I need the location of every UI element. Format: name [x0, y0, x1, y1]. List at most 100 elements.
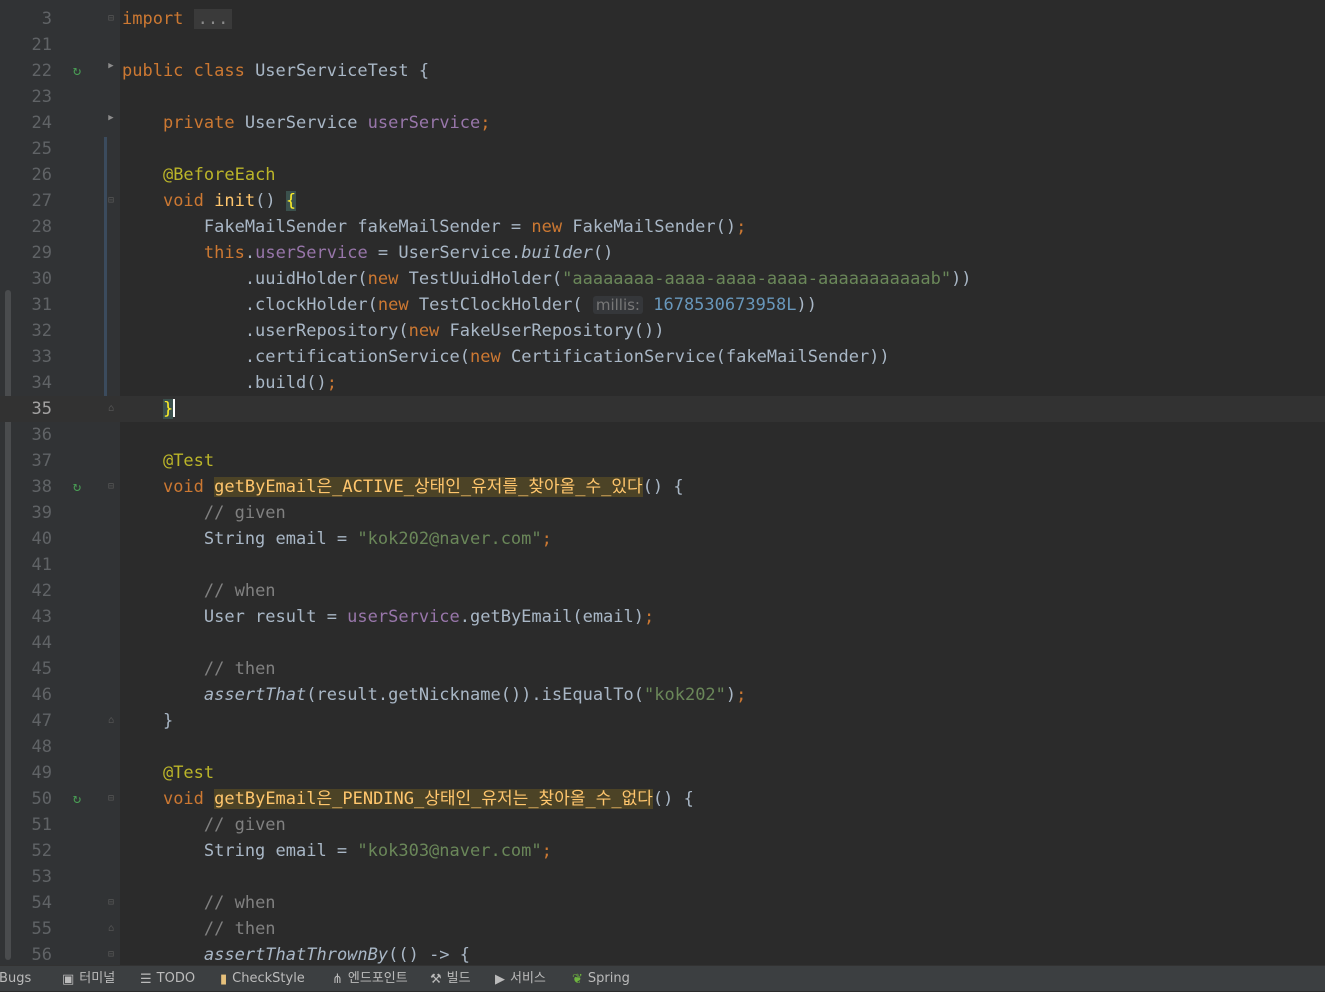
code-line[interactable]: 52 String email = "kok303@naver.com";	[0, 838, 1325, 864]
line-number[interactable]: 23	[16, 84, 52, 110]
folded-imports[interactable]: ...	[193, 9, 233, 29]
code-line[interactable]: 54 ⊟ // when	[0, 890, 1325, 916]
line-number[interactable]: 43	[16, 604, 52, 630]
line-number[interactable]: 30	[16, 266, 52, 292]
code-line[interactable]: 32 .userRepository(new FakeUserRepositor…	[0, 318, 1325, 344]
expand-arrow-icon[interactable]: ▶	[104, 105, 118, 131]
line-number[interactable]: 21	[16, 32, 52, 58]
code-text[interactable]: assertThatThrownBy(() -> {	[122, 942, 470, 965]
line-number[interactable]: 27	[16, 188, 52, 214]
code-text[interactable]: // when	[122, 890, 276, 916]
code-line[interactable]: 23	[0, 84, 1325, 110]
line-number[interactable]: 3	[16, 6, 52, 32]
line-number[interactable]: 35	[16, 396, 52, 422]
code-line[interactable]: 48	[0, 734, 1325, 760]
line-number[interactable]: 56	[16, 942, 52, 965]
line-number[interactable]: 45	[16, 656, 52, 682]
code-line[interactable]: 27 ⊟ void init() {	[0, 188, 1325, 214]
code-line[interactable]: 3 ⊟ import ...	[0, 6, 1325, 32]
code-text[interactable]: @Test	[122, 448, 214, 474]
code-line[interactable]: 26 @BeforeEach	[0, 162, 1325, 188]
code-line[interactable]: 51 // given	[0, 812, 1325, 838]
fold-marker-icon[interactable]: ⊟	[104, 890, 118, 916]
code-line[interactable]: 38 ↻ ⊟ void getByEmail은_ACTIVE_상태인_유저를_찾아올…	[0, 474, 1325, 500]
fold-marker-icon[interactable]: ⊟	[104, 786, 118, 812]
code-text[interactable]: this.userService = UserService.builder()	[122, 240, 613, 266]
fold-marker-icon[interactable]: ⊟	[104, 474, 118, 500]
code-text[interactable]: // given	[122, 812, 286, 838]
code-text[interactable]: @Test	[122, 760, 214, 786]
code-line[interactable]: 43 User result = userService.getByEmail(…	[0, 604, 1325, 630]
code-line[interactable]: 50 ↻ ⊟ void getByEmail은_PENDING_상태인_유저는_찾아…	[0, 786, 1325, 812]
line-number[interactable]: 51	[16, 812, 52, 838]
code-text[interactable]: // given	[122, 500, 286, 526]
line-number[interactable]: 50	[16, 786, 52, 812]
code-text[interactable]: // then	[122, 916, 276, 942]
code-text[interactable]: String email = "kok303@naver.com";	[122, 838, 552, 864]
code-line[interactable]: 41	[0, 552, 1325, 578]
line-number[interactable]: 22	[16, 58, 52, 84]
line-number[interactable]: 37	[16, 448, 52, 474]
line-number[interactable]: 54	[16, 890, 52, 916]
line-number[interactable]: 26	[16, 162, 52, 188]
code-line[interactable]: 40 String email = "kok202@naver.com";	[0, 526, 1325, 552]
line-number[interactable]: 31	[16, 292, 52, 318]
code-text[interactable]: String email = "kok202@naver.com";	[122, 526, 552, 552]
code-text[interactable]: assertThat(result.getNickname()).isEqual…	[122, 682, 747, 708]
line-number[interactable]: 55	[16, 916, 52, 942]
fold-marker-icon[interactable]: ⌂	[104, 916, 118, 942]
code-text[interactable]: private UserService userService;	[122, 110, 491, 136]
code-text[interactable]: .build();	[122, 370, 337, 396]
fold-marker-icon[interactable]: ⌂	[104, 396, 118, 422]
code-line[interactable]: 53	[0, 864, 1325, 890]
code-line[interactable]: 45 // then	[0, 656, 1325, 682]
line-number[interactable]: 52	[16, 838, 52, 864]
code-line[interactable]: 39 // given	[0, 500, 1325, 526]
code-text[interactable]: FakeMailSender fakeMailSender = new Fake…	[122, 214, 747, 240]
line-number[interactable]: 40	[16, 526, 52, 552]
fold-marker-icon[interactable]: ⊟	[104, 188, 118, 214]
line-number[interactable]: 41	[16, 552, 52, 578]
line-number[interactable]: 36	[16, 422, 52, 448]
code-text[interactable]: @BeforeEach	[122, 162, 276, 188]
run-test-icon[interactable]: ↻	[68, 58, 86, 84]
code-line[interactable]: 24 ▶ private UserService userService;	[0, 110, 1325, 136]
tool-window-checkstyle[interactable]: ▮ CheckStyle	[220, 966, 305, 991]
code-line[interactable]: 30 .uuidHolder(new TestUuidHolder("aaaaa…	[0, 266, 1325, 292]
code-text[interactable]: }	[122, 708, 173, 734]
line-number[interactable]: 47	[16, 708, 52, 734]
line-number[interactable]: 44	[16, 630, 52, 656]
code-text[interactable]: public class UserServiceTest {	[122, 58, 429, 84]
code-line[interactable]: 28 FakeMailSender fakeMailSender = new F…	[0, 214, 1325, 240]
tool-window-terminal[interactable]: ▣ 터미널	[62, 966, 115, 991]
code-line[interactable]: 37 @Test	[0, 448, 1325, 474]
code-line[interactable]: 21	[0, 32, 1325, 58]
code-line[interactable]: 31 .clockHolder(new TestClockHolder( mil…	[0, 292, 1325, 318]
line-number[interactable]: 48	[16, 734, 52, 760]
tool-window-list[interactable]: ☰ TODO	[140, 966, 195, 991]
code-line[interactable]: 25	[0, 136, 1325, 162]
fold-marker-icon[interactable]: ⊟	[104, 6, 118, 32]
line-number[interactable]: 32	[16, 318, 52, 344]
line-number[interactable]: 25	[16, 136, 52, 162]
code-line[interactable]: 49 @Test	[0, 760, 1325, 786]
line-number[interactable]: 42	[16, 578, 52, 604]
line-number[interactable]: 24	[16, 110, 52, 136]
code-line[interactable]: 56 ⊟ assertThatThrownBy(() -> {	[0, 942, 1325, 965]
line-number[interactable]: 46	[16, 682, 52, 708]
code-line[interactable]: 34 .build();	[0, 370, 1325, 396]
line-number[interactable]: 39	[16, 500, 52, 526]
line-number[interactable]: 28	[16, 214, 52, 240]
code-text[interactable]: User result = userService.getByEmail(ema…	[122, 604, 654, 630]
fold-marker-icon[interactable]: ⊟	[104, 942, 118, 965]
line-number[interactable]: 29	[16, 240, 52, 266]
run-test-icon[interactable]: ↻	[68, 786, 86, 812]
tool-window-services[interactable]: ▶ 서비스	[495, 966, 546, 991]
line-number[interactable]: 38	[16, 474, 52, 500]
code-text[interactable]: .userRepository(new FakeUserRepository()…	[122, 318, 665, 344]
line-number[interactable]: 33	[16, 344, 52, 370]
expand-arrow-icon[interactable]: ▶	[104, 53, 118, 79]
code-text[interactable]: .clockHolder(new TestClockHolder( millis…	[122, 292, 817, 318]
code-line[interactable]: 47 ⌂ }	[0, 708, 1325, 734]
code-line[interactable]: 46 assertThat(result.getNickname()).isEq…	[0, 682, 1325, 708]
